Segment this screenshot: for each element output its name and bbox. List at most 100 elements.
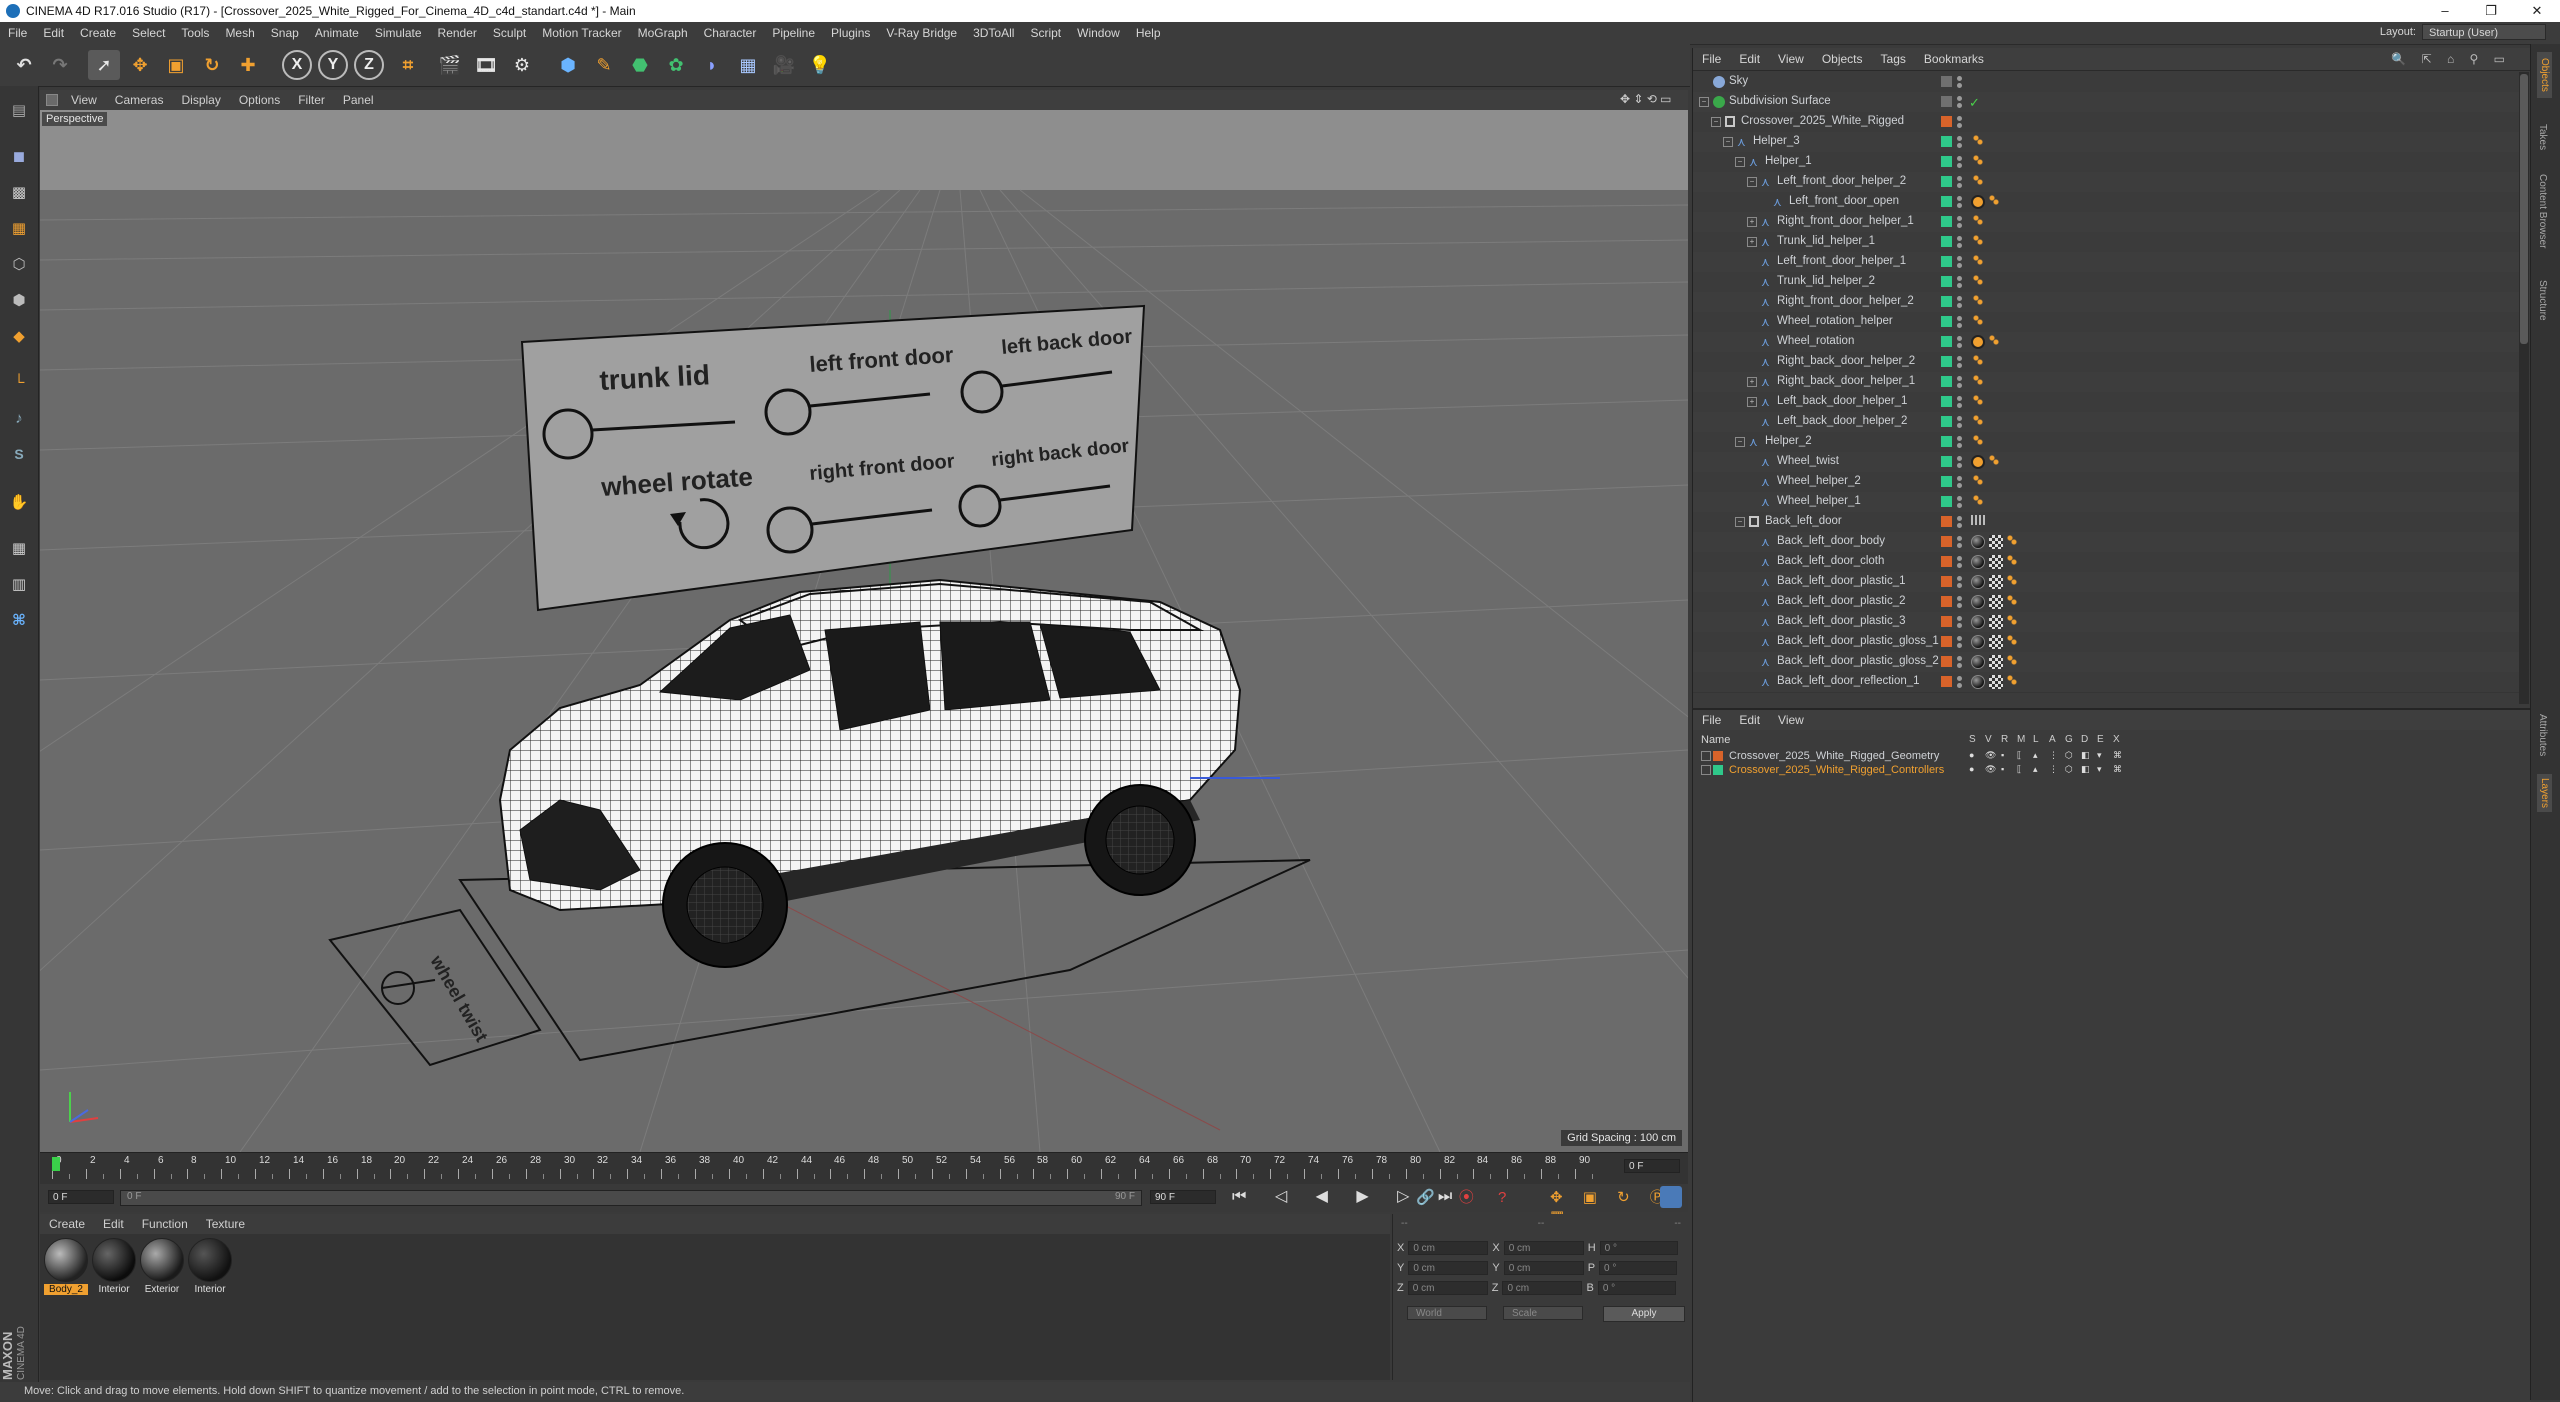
object-row[interactable]: − ⋏ Helper_3 [1693,132,2523,153]
layer-toggle-icon[interactable]: ▴ [2033,750,2038,761]
xpresso-tag-icon[interactable] [1973,215,1983,225]
object-row[interactable]: Sky [1693,72,2523,93]
layer-color-swatch[interactable] [1941,296,1952,307]
layer-row[interactable]: Crossover_2025_White_Rigged_Controllers ●… [1693,764,2531,778]
xpresso-tag-icon[interactable] [1973,155,1983,165]
layer-toggle-icon[interactable]: ⌘ [2113,750,2122,761]
snap-icon[interactable]: S [3,438,35,470]
visibility-dots-icon[interactable] [1956,375,1964,389]
layer-toggle-icon[interactable]: ⬡ [2065,764,2073,775]
object-row[interactable]: ⋏ Back_left_door_reflection_1 [1693,672,2523,693]
enabled-check-icon[interactable]: ✓ [1969,95,1983,110]
locked-workplane-icon[interactable]: ✋ [3,486,35,518]
end-frame-field[interactable]: 90 F [1150,1190,1216,1204]
menu-item[interactable]: Character [696,26,765,40]
points-mode-icon[interactable]: ⬡ [3,248,35,280]
edges-mode-icon[interactable]: ⬢ [3,284,35,316]
layer-color-swatch[interactable] [1941,256,1952,267]
layer-toggle-icon[interactable]: ⌘ [2113,764,2122,775]
record-controls[interactable]: 🔗 ⦿ ? [1416,1186,1516,1207]
coordinate-system-icon[interactable]: ⌗ [392,50,424,80]
object-row[interactable]: ⋏ Right_back_door_helper_2 [1693,352,2523,373]
visibility-dots-icon[interactable] [1956,175,1964,189]
viewport-menu-item[interactable]: Options [230,93,289,107]
xpresso-tag-icon[interactable] [1973,295,1983,305]
layer-color-swatch[interactable] [1941,616,1952,627]
selection-tag-icon[interactable] [2007,555,2017,565]
menu-item[interactable]: Window [1069,26,1128,40]
rotation-h-field[interactable]: 0 ° [1599,1241,1678,1255]
layer-toggle-icon[interactable]: ▪ [2001,764,2004,774]
visibility-dots-icon[interactable] [1956,315,1964,329]
undo-icon[interactable]: ↶ [8,50,40,80]
material-tag-icon[interactable] [1971,615,1985,629]
visibility-dots-icon[interactable] [1956,635,1964,649]
expand-toggle-icon[interactable]: + [1747,217,1757,227]
visibility-dots-icon[interactable] [1956,495,1964,509]
render-picture-viewer-icon[interactable]: 🎞 [470,50,502,80]
playhead[interactable] [52,1157,60,1171]
xpresso-tag-icon[interactable] [1973,315,1983,325]
layer-toggle-icon[interactable]: ⋮ [2049,750,2058,761]
rotate-icon[interactable]: ↻ [196,50,228,80]
visibility-dots-icon[interactable] [1956,275,1964,289]
object-menu-item[interactable]: Bookmarks [1915,52,1993,66]
object-row[interactable]: ⋏ Wheel_rotation_helper [1693,312,2523,333]
tab-objects[interactable]: Objects [2537,52,2552,98]
layer-toggle-icon[interactable]: ⋮ [2049,764,2058,775]
object-row[interactable]: ⋏ Wheel_helper_1 [1693,492,2523,513]
material-menu-item[interactable]: Function [133,1217,197,1231]
material-tag-icon[interactable] [1971,675,1985,689]
object-row[interactable]: ⋏ Back_left_door_plastic_3 [1693,612,2523,633]
xpresso-tag-icon[interactable] [1973,235,1983,245]
expand-toggle-icon[interactable]: − [1711,117,1721,127]
model-mode-icon[interactable]: ◼ [3,140,35,172]
size-x-field[interactable]: 0 cm [1503,1241,1584,1255]
selection-tag-icon[interactable] [2007,595,2017,605]
close-button[interactable]: ✕ [2514,0,2560,22]
edit-render-settings-icon[interactable]: ⚙ [506,50,538,80]
layer-color-swatch[interactable] [1941,536,1952,547]
xpresso-tag-icon[interactable] [1973,275,1983,285]
light-icon[interactable]: 💡 [804,50,836,80]
object-row[interactable]: − Crossover_2025_White_Rigged [1693,112,2523,133]
layer-color-swatch[interactable] [1941,316,1952,327]
visibility-dots-icon[interactable] [1956,415,1964,429]
layer-color-swatch[interactable] [1941,136,1952,147]
layer-toggle-icon[interactable]: ⟦ [2017,750,2021,761]
rotation-p-field[interactable]: 0 ° [1599,1261,1678,1275]
protection-tag-icon[interactable] [1971,335,1985,349]
material-menu-item[interactable]: Edit [94,1217,133,1231]
expand-toggle-icon[interactable]: − [1747,177,1757,187]
visibility-dots-icon[interactable] [1956,555,1964,569]
protection-tag-icon[interactable] [1971,455,1985,469]
xpresso-tag-icon[interactable] [1973,415,1983,425]
uvw-tag-icon[interactable] [1989,535,2003,549]
xpresso-tag-icon[interactable] [1973,135,1983,145]
object-row[interactable]: ⋏ Back_left_door_body [1693,532,2523,553]
layer-color-swatch[interactable] [1941,216,1952,227]
visibility-dots-icon[interactable] [1956,435,1964,449]
material-interior-2[interactable]: Interior [188,1238,232,1295]
layer-color-swatch[interactable] [1941,356,1952,367]
layer-color-swatch[interactable] [1941,276,1952,287]
object-row[interactable]: ⋏ Back_left_door_plastic_gloss_1 [1693,632,2523,653]
layer-toggle-icon[interactable]: ⬡ [2065,750,2073,761]
move-icon[interactable]: ✥ [124,50,156,80]
layer-toggle-icon[interactable]: ◧ [2081,750,2090,761]
visibility-dots-icon[interactable] [1956,155,1964,169]
menu-item[interactable]: 3DToAll [965,26,1022,40]
tab-attributes[interactable]: Attributes [2537,714,2548,756]
deformer-icon[interactable]: ◗ [696,50,728,80]
scale-icon[interactable]: ▣ [160,50,192,80]
visibility-dots-icon[interactable] [1956,235,1964,249]
object-row[interactable]: ⋏ Wheel_twist [1693,452,2523,473]
object-row[interactable]: + ⋏ Right_back_door_helper_1 [1693,372,2523,393]
layer-toggle-icon[interactable]: ▪ [2001,750,2004,760]
layer-color-swatch[interactable] [1941,456,1952,467]
python-icon[interactable]: ⌘ [3,604,35,636]
object-row[interactable]: − ⋏ Left_front_door_helper_2 [1693,172,2523,193]
layer-color-swatch[interactable] [1941,156,1952,167]
object-menu-item[interactable]: Objects [1813,52,1872,66]
object-row[interactable]: ⋏ Wheel_rotation [1693,332,2523,353]
